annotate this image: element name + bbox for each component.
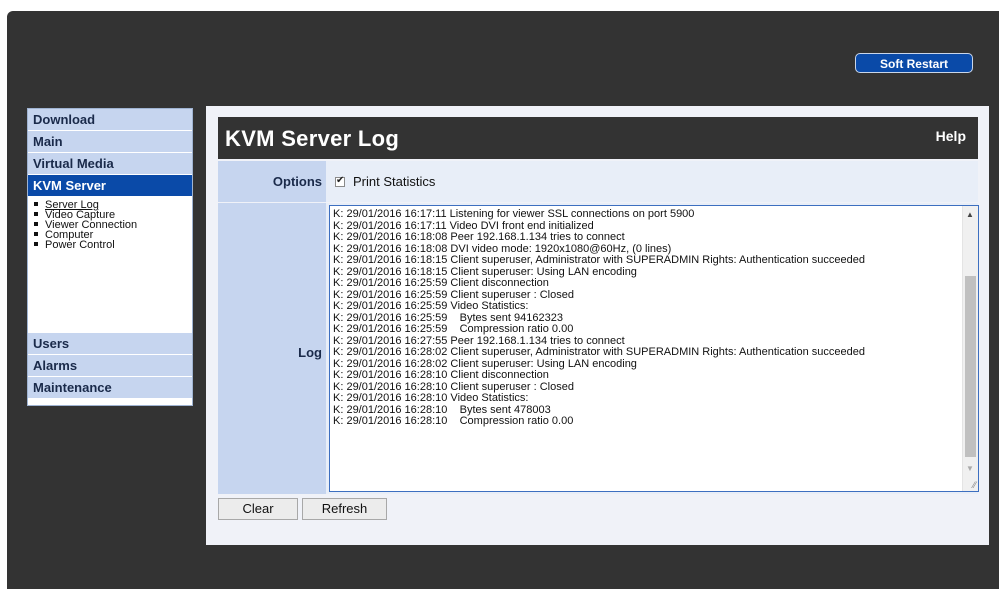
print-statistics-label: Print Statistics: [353, 174, 436, 189]
sidebar-item-kvm-server[interactable]: KVM Server: [28, 175, 192, 197]
submenu-item-power-control[interactable]: Power Control: [34, 239, 192, 251]
sidebar-nav: Download Main Virtual Media KVM Server S…: [27, 108, 193, 406]
scroll-down-arrow-icon[interactable]: ▼: [966, 464, 974, 473]
submenu-item-label: Power Control: [45, 239, 115, 251]
bullet-icon: [34, 232, 38, 237]
bullet-icon: [34, 202, 38, 207]
sidebar-item-download[interactable]: Download: [28, 109, 192, 131]
kvm-server-submenu: Server Log Video Capture Viewer Connecti…: [28, 197, 192, 333]
sidebar-item-alarms[interactable]: Alarms: [28, 355, 192, 377]
options-label-text: Options: [272, 174, 322, 189]
clear-button[interactable]: Clear: [218, 498, 298, 520]
resize-grip-icon[interactable]: ⁄⁄: [973, 480, 976, 490]
sidebar-item-users[interactable]: Users: [28, 333, 192, 355]
refresh-button[interactable]: Refresh: [302, 498, 387, 520]
scroll-up-arrow-icon[interactable]: ▲: [966, 210, 974, 219]
log-label: Log: [218, 203, 326, 494]
log-scrollbar[interactable]: ▲ ▼: [962, 206, 978, 491]
main-content: KVM Server Log Help Options Print Statis…: [206, 106, 989, 545]
log-label-text: Log: [298, 345, 322, 360]
page-header: KVM Server Log Help: [218, 117, 978, 159]
log-textarea[interactable]: K: 29/01/2016 16:17:11 Listening for vie…: [329, 205, 979, 492]
soft-restart-button[interactable]: Soft Restart: [855, 53, 973, 73]
sidebar-item-main[interactable]: Main: [28, 131, 192, 153]
options-label: Options: [218, 161, 326, 202]
log-content: K: 29/01/2016 16:17:11 Listening for vie…: [333, 208, 865, 427]
print-statistics-checkbox[interactable]: [335, 175, 345, 187]
page-title: KVM Server Log: [225, 126, 400, 151]
bullet-icon: [34, 222, 38, 227]
sidebar-item-virtual-media[interactable]: Virtual Media: [28, 153, 192, 175]
help-link[interactable]: Help: [936, 128, 966, 144]
bullet-icon: [34, 212, 38, 217]
bullet-icon: [34, 242, 38, 247]
scrollbar-thumb[interactable]: [965, 276, 976, 457]
sidebar-item-maintenance[interactable]: Maintenance: [28, 377, 192, 399]
